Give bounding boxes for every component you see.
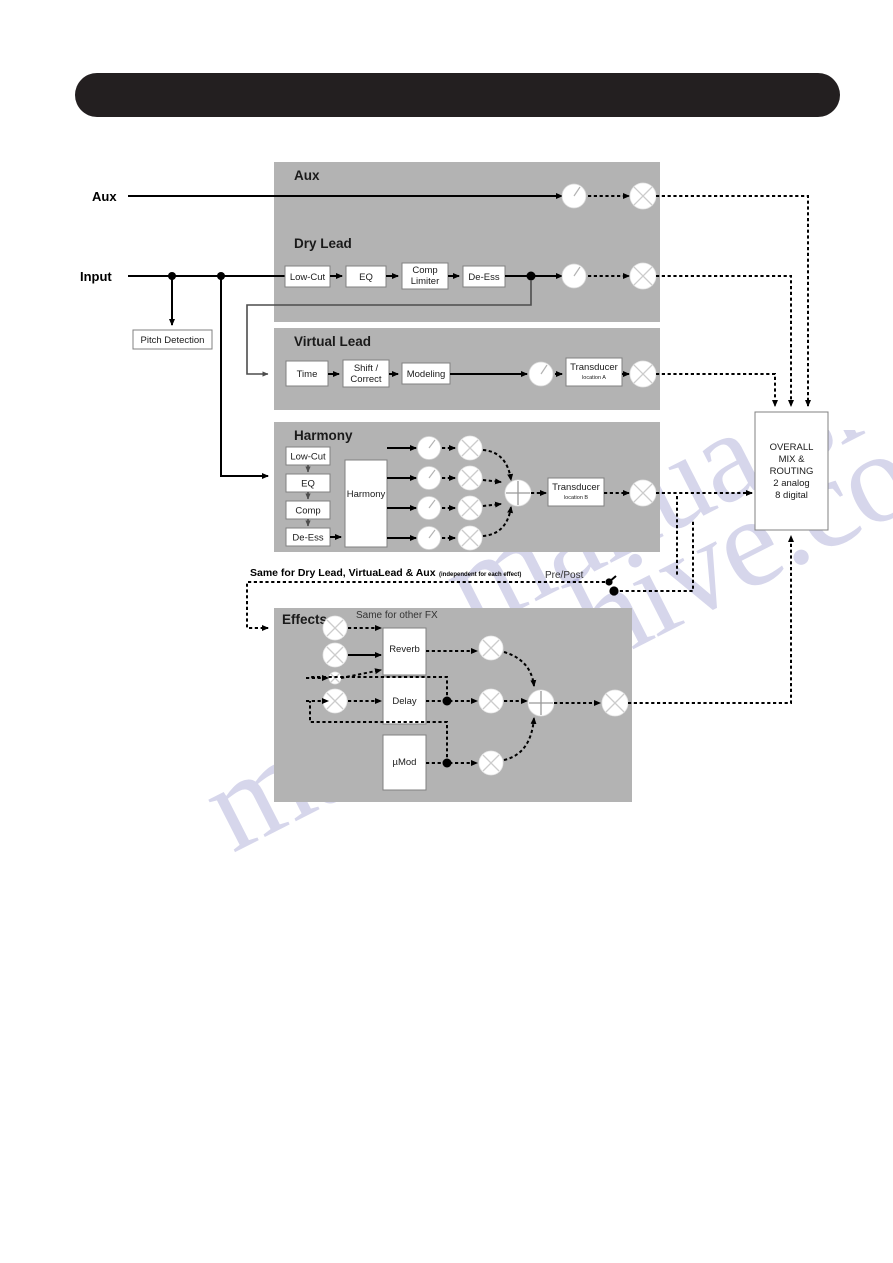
virtual-lead-to-overall-mix-wire xyxy=(656,373,778,407)
harmony-sum-node xyxy=(504,479,532,507)
dry-lead-x-mixer xyxy=(629,262,657,290)
harmony-section-title: Harmony xyxy=(294,428,353,443)
overall-mix-line1: OVERALL xyxy=(770,442,814,453)
harmony-voice3-x-mixer xyxy=(457,495,483,521)
harmony-voice2-x-mixer xyxy=(457,465,483,491)
virtual-lead-level-knob xyxy=(528,361,554,387)
harmony-voice3-knob xyxy=(417,496,441,520)
dry-lead-de-ess-label: De-Ess xyxy=(468,272,499,283)
aux-section-bg xyxy=(274,162,660,234)
harmony-low-cut-label: Low-Cut xyxy=(290,452,326,463)
overall-mix-line5: 8 digital xyxy=(775,490,808,501)
fx-reverb-label: Reverb xyxy=(389,644,420,655)
aux-section-title: Aux xyxy=(294,168,320,183)
aux-input-label: Aux xyxy=(92,189,117,204)
pre-post-label: Pre/Post xyxy=(545,570,584,581)
virtual-lead-shift-label: Shift / xyxy=(354,363,379,374)
fx-umod-label: µMod xyxy=(393,757,417,768)
aux-level-knob xyxy=(561,183,587,209)
reverb-return-mixer xyxy=(478,635,504,661)
overall-mix-line4: 2 analog xyxy=(773,478,809,489)
virtual-lead-transducer-label: Transducer xyxy=(570,362,618,373)
dry-lead-tap-junction xyxy=(526,271,536,281)
same-for-other-fx-note: Same for other FX xyxy=(356,610,438,621)
pitch-detection-label: Pitch Detection xyxy=(141,335,205,346)
dry-lead-section-title: Dry Lead xyxy=(294,236,352,251)
fx-sum-node xyxy=(527,689,555,717)
harmony-voice2-knob xyxy=(417,466,441,490)
virtual-lead-transducer-location: location A xyxy=(582,375,606,381)
harmony-voice4-x-mixer xyxy=(457,525,483,551)
fx-master-x-mixer xyxy=(601,689,629,717)
dry-lead-comp-label: Comp xyxy=(412,265,437,276)
harmony-voice4-knob xyxy=(417,526,441,550)
diagram-page: manualshive.com manualshive.com Aux Dry … xyxy=(0,0,893,1263)
fx-send-mixer-2 xyxy=(322,642,348,668)
fx-delay-label: Delay xyxy=(392,696,417,707)
overall-mix-line2: MIX & xyxy=(779,454,806,465)
dry-lead-to-overall-mix-wire xyxy=(656,275,794,407)
dry-lead-low-cut-label: Low-Cut xyxy=(290,272,326,283)
harmony-de-ess-label: De-Ess xyxy=(292,533,323,544)
dry-lead-eq-label: EQ xyxy=(359,272,373,283)
overall-mix-line3: ROUTING xyxy=(770,466,814,477)
dry-lead-level-knob xyxy=(561,263,587,289)
signal-flow-diagram: Aux Dry Lead Virtual Lead Harmony Effect… xyxy=(80,162,829,802)
harmony-engine-block xyxy=(344,459,388,548)
same-for-note-small: (independent for each effect) xyxy=(439,572,521,578)
harmony-engine-label: Harmony xyxy=(347,489,386,500)
umod-return-mixer xyxy=(478,750,504,776)
delay-return-mixer xyxy=(478,688,504,714)
virtual-lead-section-title: Virtual Lead xyxy=(294,334,371,349)
virtual-lead-modeling-label: Modeling xyxy=(407,369,446,380)
main-input-label: Input xyxy=(80,269,112,284)
harmony-x-mixer xyxy=(629,479,657,507)
effects-section-title: Effects xyxy=(282,612,327,627)
harmony-transducer-label: Transducer xyxy=(552,482,600,493)
input-to-harmony-wire xyxy=(220,276,269,479)
harmony-comp-label: Comp xyxy=(295,506,320,517)
virtual-lead-correct-label: Correct xyxy=(350,374,382,385)
harmony-transducer-location: location B xyxy=(564,495,588,501)
aux-x-mixer xyxy=(629,182,657,210)
fx-send-mixer-1 xyxy=(322,615,348,641)
harmony-voice1-knob xyxy=(417,436,441,460)
virtual-lead-time-label: Time xyxy=(297,369,318,380)
dry-lead-limiter-label: Limiter xyxy=(411,276,440,287)
same-for-note-bold: Same for Dry Lead, VirtuaLead & Aux xyxy=(250,567,436,579)
virtual-lead-x-mixer xyxy=(629,360,657,388)
fx-to-overall-mix-wire xyxy=(628,535,794,704)
harmony-eq-label: EQ xyxy=(301,479,315,490)
harmony-voice1-x-mixer xyxy=(457,435,483,461)
